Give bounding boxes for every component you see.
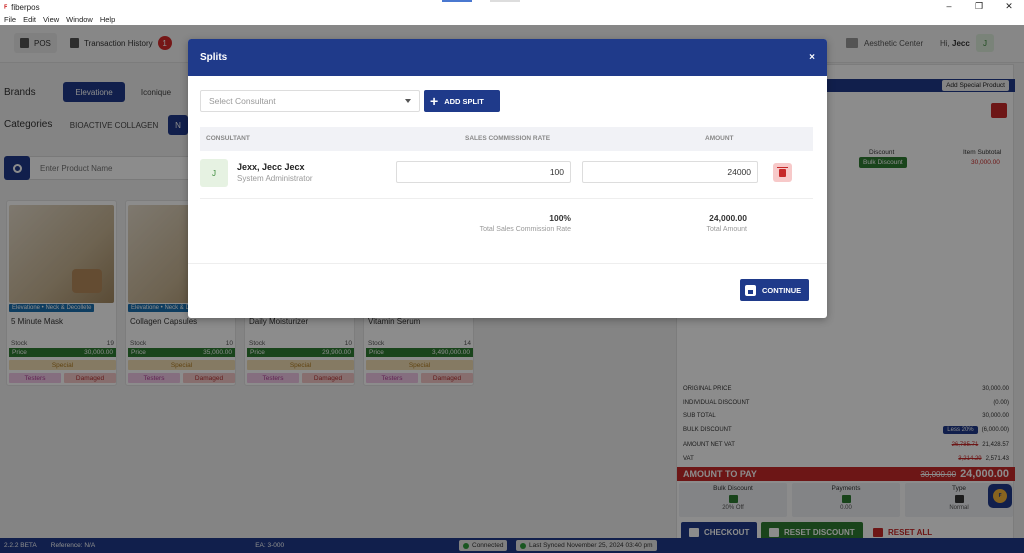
table-row: J Jexx, Jecc Jecx System Administrator xyxy=(200,153,813,199)
col-sales-commission-rate: SALES COMMISSION RATE xyxy=(465,135,551,142)
minimize-icon[interactable]: – xyxy=(934,0,964,14)
total-commission-rate: 100% xyxy=(549,213,571,223)
splits-table-header: CONSULTANT SALES COMMISSION RATE AMOUNT xyxy=(200,127,813,151)
commission-rate-input[interactable] xyxy=(396,161,571,183)
menu-window[interactable]: Window xyxy=(66,15,93,24)
continue-label: CONTINUE xyxy=(762,285,802,295)
consultant-role: System Administrator xyxy=(237,174,313,183)
window-controls: – ❐ ✕ xyxy=(934,0,1024,14)
continue-button[interactable]: CONTINUE xyxy=(740,279,809,301)
title-bar: ꟳ fiberpos – ❐ ✕ xyxy=(0,0,1024,14)
total-commission-rate-label: Total Sales Commission Rate xyxy=(479,226,571,233)
menu-help[interactable]: Help xyxy=(100,15,115,24)
window-title: fiberpos xyxy=(11,2,40,12)
delete-split-button[interactable] xyxy=(773,163,792,182)
menu-edit[interactable]: Edit xyxy=(23,15,36,24)
add-split-label: ADD SPLIT xyxy=(444,96,484,106)
add-split-button[interactable]: + ADD SPLIT xyxy=(424,90,500,112)
amount-input[interactable] xyxy=(582,161,758,183)
plus-icon: + xyxy=(430,93,439,109)
maximize-icon[interactable]: ❐ xyxy=(964,0,994,14)
consultant-select[interactable]: Select Consultant xyxy=(200,90,420,112)
splits-modal: Splits × Select Consultant + ADD SPLIT C… xyxy=(188,39,827,318)
chevron-down-icon xyxy=(405,99,411,103)
modal-divider xyxy=(188,263,827,264)
window-drag-indicator xyxy=(442,0,472,2)
consultant-avatar: J xyxy=(200,159,228,187)
col-amount: AMOUNT xyxy=(705,135,734,142)
close-icon[interactable]: × xyxy=(809,52,815,63)
menu-bar: File Edit View Window Help xyxy=(0,13,1024,25)
total-amount: 24,000.00 xyxy=(709,213,747,223)
modal-header: Splits × xyxy=(188,39,827,76)
menu-file[interactable]: File xyxy=(4,15,16,24)
consultant-name: Jexx, Jecc Jecx xyxy=(237,162,305,172)
app-logo-icon: ꟳ xyxy=(4,2,8,13)
close-window-icon[interactable]: ✕ xyxy=(994,0,1024,14)
modal-title: Splits xyxy=(200,52,228,63)
window-drag-indicator-2 xyxy=(490,0,520,2)
menu-view[interactable]: View xyxy=(43,15,59,24)
consultant-select-placeholder: Select Consultant xyxy=(209,96,276,106)
col-consultant: CONSULTANT xyxy=(206,135,250,142)
total-amount-label: Total Amount xyxy=(706,226,747,233)
save-icon xyxy=(745,284,756,296)
trash-icon xyxy=(777,166,788,177)
